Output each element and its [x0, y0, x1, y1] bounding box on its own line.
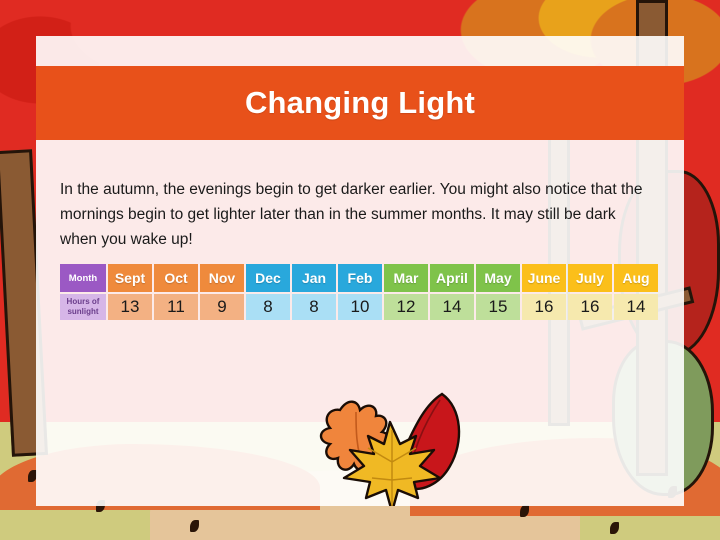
- body-paragraph: In the autumn, the evenings begin to get…: [60, 180, 643, 248]
- hours-cell-aug: 14: [614, 294, 658, 320]
- table-row-hours: Hours of sunlight 13 11 9 8 8 10 12 14 1…: [60, 294, 658, 320]
- page-title: Changing Light: [244, 85, 476, 120]
- month-cell-july: July: [568, 264, 612, 292]
- hours-cell-july: 16: [568, 294, 612, 320]
- hours-cell-nov: 9: [200, 294, 244, 320]
- hours-cell-sept: 13: [108, 294, 152, 320]
- autumn-leaves-illustration: [319, 392, 461, 506]
- table-row-months: Month Sept Oct Nov Dec Jan Feb Mar April…: [60, 264, 658, 292]
- hours-cell-dec: 8: [246, 294, 290, 320]
- hours-cell-may: 15: [476, 294, 520, 320]
- month-cell-jan: Jan: [292, 264, 336, 292]
- month-cell-mar: Mar: [384, 264, 428, 292]
- hours-cell-june: 16: [522, 294, 566, 320]
- month-cell-oct: Oct: [154, 264, 198, 292]
- month-cell-nov: Nov: [200, 264, 244, 292]
- sunlight-table: Month Sept Oct Nov Dec Jan Feb Mar April…: [58, 262, 660, 322]
- row-header-month: Month: [60, 264, 106, 292]
- title-banner: Changing Light: [36, 66, 684, 140]
- hours-cell-jan: 8: [292, 294, 336, 320]
- month-cell-sept: Sept: [108, 264, 152, 292]
- hours-cell-april: 14: [430, 294, 474, 320]
- month-cell-june: June: [522, 264, 566, 292]
- month-cell-aug: Aug: [614, 264, 658, 292]
- slide-canvas: Changing Light In the autumn, the evenin…: [0, 0, 720, 540]
- month-cell-may: May: [476, 264, 520, 292]
- row-header-hours: Hours of sunlight: [60, 294, 106, 320]
- sunlight-table-grid: Month Sept Oct Nov Dec Jan Feb Mar April…: [58, 262, 660, 322]
- month-cell-april: April: [430, 264, 474, 292]
- month-cell-feb: Feb: [338, 264, 382, 292]
- hours-cell-feb: 10: [338, 294, 382, 320]
- hours-cell-mar: 12: [384, 294, 428, 320]
- hours-cell-oct: 11: [154, 294, 198, 320]
- month-cell-dec: Dec: [246, 264, 290, 292]
- slide-card: Changing Light In the autumn, the evenin…: [36, 36, 684, 506]
